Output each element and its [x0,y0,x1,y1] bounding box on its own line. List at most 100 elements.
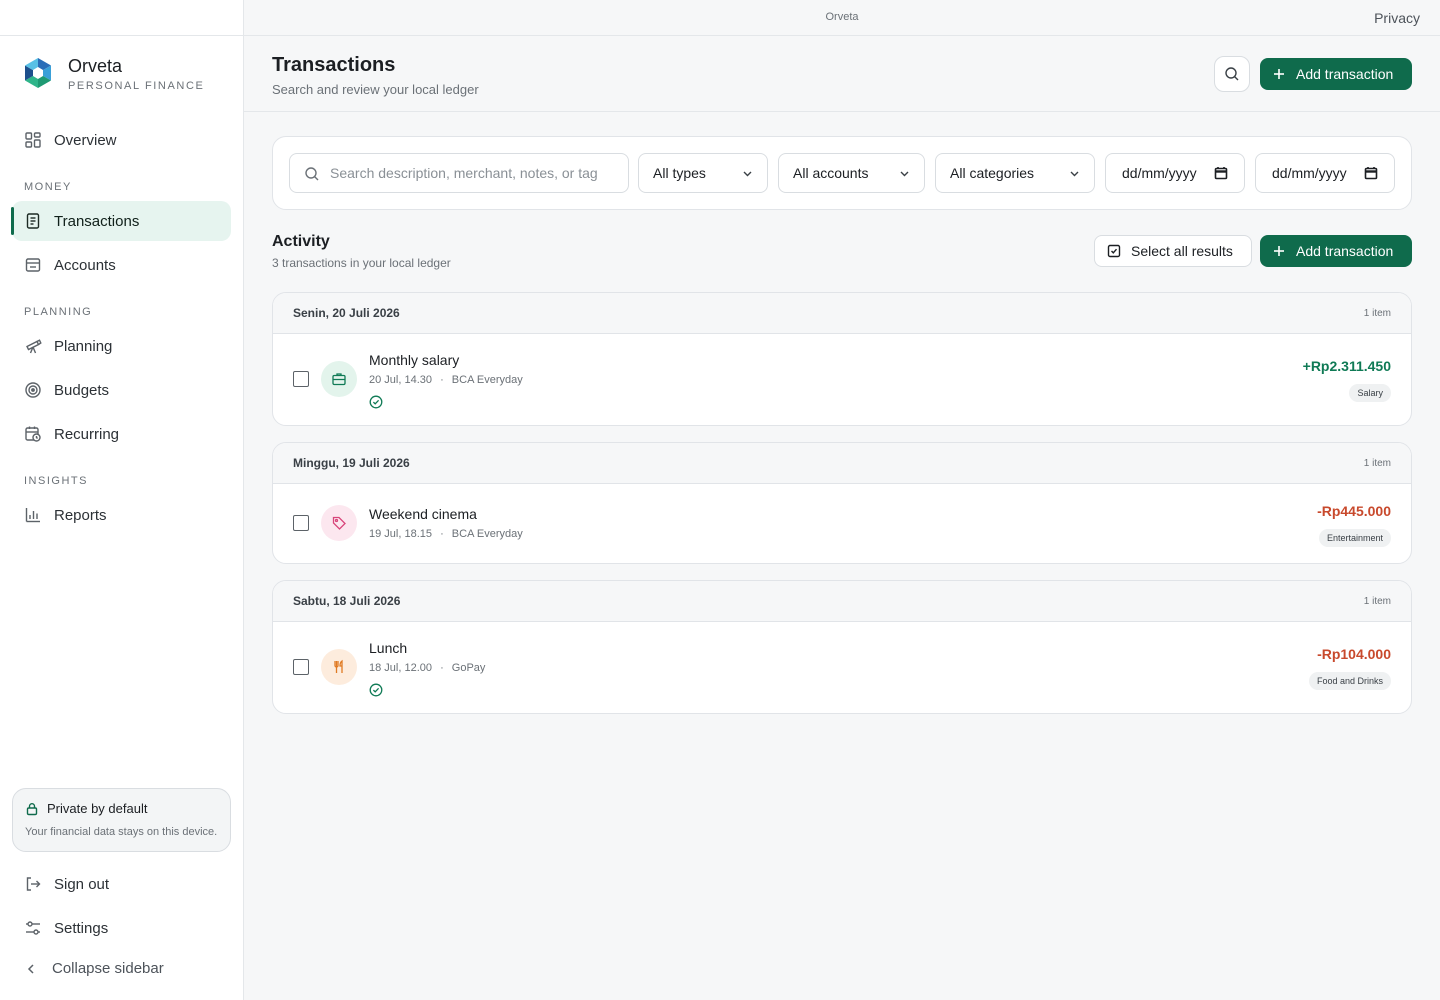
transaction-time: 20 Jul, 14.30 [369,374,432,386]
app-title: Orveta [825,11,859,23]
search-input[interactable]: Search description, merchant, notes, or … [289,153,629,193]
account-select[interactable]: All accounts [778,153,925,193]
activity-subtitle: 3 transactions in your local ledger [272,256,451,270]
sidebar-item-accounts[interactable]: Accounts [12,245,231,285]
privacy-title: Private by default [47,801,148,816]
transaction-group: Minggu, 19 Juli 2026 1 item Weekend cine… [272,442,1412,564]
telescope-icon [26,339,42,354]
sidebar: Orveta PERSONAL FINANCE Overview MONEY T… [0,0,244,1000]
search-icon [1225,67,1239,81]
plus-icon [1274,246,1284,256]
category-avatar [321,649,357,685]
sidebar-item-label: Reports [54,506,107,524]
plus-icon [1274,69,1284,79]
category-badge: Food and Drinks [1308,672,1391,690]
page-subtitle: Search and review your local ledger [272,82,479,97]
nav-section-insights: INSIGHTS [24,475,88,487]
sidebar-item-label: Planning [54,337,113,355]
sidebar-item-recurring[interactable]: Recurring [12,414,231,454]
add-transaction-label: Add transaction [1296,66,1394,82]
type-select-value: All types [653,165,706,181]
date-to-input[interactable]: dd/mm/yyyy [1255,153,1395,193]
group-date: Minggu, 19 Juli 2026 [293,456,410,470]
sidebar-item-planning[interactable]: Planning [12,326,231,366]
transaction-row[interactable]: Monthly salary 20 Jul, 14.30 · BCA Every… [273,334,1411,425]
row-checkbox[interactable] [293,371,309,387]
sidebar-item-transactions[interactable]: Transactions [11,201,231,241]
calendar-icon [1364,167,1378,180]
nav-section-planning: PLANNING [24,306,93,318]
grid-icon [25,132,41,148]
sidebar-item-label: Settings [54,919,109,937]
sign-out-icon [26,877,41,891]
select-all-label: Select all results [1131,243,1233,259]
category-avatar [321,361,357,397]
sidebar-item-sign-out[interactable]: Sign out [12,864,231,904]
transaction-row[interactable]: Weekend cinema 19 Jul, 18.15 · BCA Every… [273,484,1411,563]
category-badge: Salary [1349,384,1391,402]
category-badge: Entertainment [1318,529,1391,547]
sidebar-item-settings[interactable]: Settings [12,908,231,948]
row-checkbox[interactable] [293,515,309,531]
privacy-link[interactable]: Privacy [1374,10,1420,26]
meta-separator: · [440,374,444,386]
group-header: Sabtu, 18 Juli 2026 1 item [273,581,1411,622]
search-placeholder: Search description, merchant, notes, or … [330,165,598,181]
group-header: Minggu, 19 Juli 2026 1 item [273,443,1411,484]
chevron-down-icon [1070,171,1079,177]
brand-subtitle: PERSONAL FINANCE [68,80,205,92]
search-button[interactable] [1214,56,1250,92]
transaction-time: 19 Jul, 18.15 [369,528,432,540]
transaction-meta: 19 Jul, 18.15 · BCA Everyday [369,528,523,540]
chevron-down-icon [900,171,909,177]
select-all-button[interactable]: Select all results [1094,235,1252,267]
check-square-icon [1107,244,1121,258]
collapse-sidebar-button[interactable]: Collapse sidebar [24,960,164,977]
transaction-account: BCA Everyday [451,528,523,540]
target-icon [25,382,41,398]
sidebar-item-label: Accounts [54,256,116,274]
calendar-clock-icon [25,426,41,442]
group-date: Sabtu, 18 Juli 2026 [293,594,401,608]
group-count: 1 item [1363,308,1391,319]
transaction-meta: 18 Jul, 12.00 · GoPay [369,662,485,674]
search-icon [305,167,319,181]
utensils-icon [334,659,343,673]
sidebar-item-reports[interactable]: Reports [12,495,231,535]
privacy-text: Your financial data stays on this device… [25,826,218,838]
sidebar-item-overview[interactable]: Overview [12,120,231,160]
add-transaction-button[interactable]: Add transaction [1260,58,1412,90]
receipt-icon [26,213,40,229]
category-avatar [321,505,357,541]
sidebar-item-label: Transactions [54,212,140,230]
wallet-icon [25,258,41,272]
group-date: Senin, 20 Juli 2026 [293,306,400,320]
sidebar-item-budgets[interactable]: Budgets [12,370,231,410]
reconciled-check-icon [369,683,383,697]
lock-icon [26,802,38,815]
transaction-amount: +Rp2.311.450 [1302,358,1391,374]
sidebar-top-strip [0,0,243,36]
meta-separator: · [440,528,444,540]
sidebar-item-label: Recurring [54,425,120,443]
brand-name: Orveta [68,56,123,76]
account-select-value: All accounts [793,165,869,181]
reconciled-check-icon [369,395,383,409]
type-select[interactable]: All types [638,153,768,193]
transaction-row[interactable]: Lunch 18 Jul, 12.00 · GoPay -Rp104.000 F… [273,622,1411,713]
category-select[interactable]: All categories [935,153,1095,193]
activity-add-transaction-button[interactable]: Add transaction [1260,235,1412,267]
date-from-input[interactable]: dd/mm/yyyy [1105,153,1245,193]
orveta-logo-icon [25,58,51,88]
brand[interactable]: Orveta PERSONAL FINANCE [22,56,204,92]
group-count: 1 item [1363,458,1391,469]
calendar-icon [1214,167,1228,180]
meta-separator: · [440,662,444,674]
page-header: Transactions Search and review your loca… [244,36,1440,112]
briefcase-icon [332,373,346,386]
group-count: 1 item [1363,596,1391,607]
row-checkbox[interactable] [293,659,309,675]
transaction-account: GoPay [451,662,486,674]
sidebar-item-label: Overview [54,131,117,149]
privacy-card: Private by default Your financial data s… [12,788,231,852]
